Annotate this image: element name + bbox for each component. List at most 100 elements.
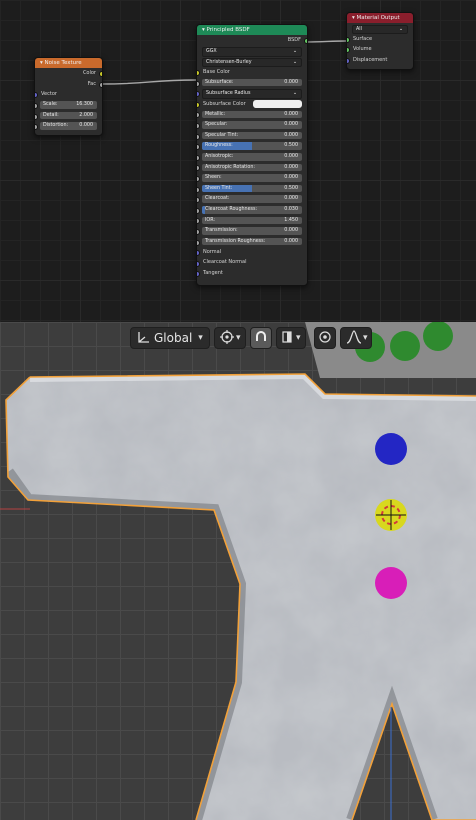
output-color-label: Color — [82, 70, 96, 76]
slider-value: 0.000 — [284, 238, 298, 244]
proportional-falloff-dropdown[interactable]: ▾ — [340, 327, 372, 349]
bsdf-slider[interactable]: Anisotropic: 0.000 — [202, 153, 302, 161]
chevron-down-icon: ▾ — [198, 333, 203, 343]
bsdf-slider[interactable]: Anisotropic Rotation: 0.000 — [202, 163, 302, 172]
slider-value: 0.500 — [284, 143, 298, 149]
displacement-socket-icon[interactable] — [347, 58, 350, 65]
float-socket-icon[interactable] — [197, 186, 200, 193]
bsdf-slider[interactable]: Transmission: 0.000 — [202, 227, 302, 235]
link-noise-fac-to-base-color — [100, 79, 197, 85]
bsdf-slider[interactable]: Clearcoat: 0.000 — [202, 195, 302, 203]
float-socket-icon[interactable] — [197, 154, 200, 161]
vector-socket-icon[interactable] — [35, 92, 38, 99]
subsurface-radius-socket-icon[interactable] — [197, 91, 200, 98]
noise-texture-node[interactable]: ▾ Noise Texture Color Fac Vector Scale: 1… — [34, 57, 103, 136]
blue-sphere — [375, 433, 407, 465]
scale-socket-icon[interactable] — [35, 103, 38, 110]
principled-bsdf-node[interactable]: ▾ Principled BSDF BSDF GGX ⌄ Christensen-… — [196, 24, 308, 286]
pivot-point-dropdown[interactable]: ▾ — [214, 327, 246, 349]
slider-value: 0.000 — [284, 122, 298, 128]
viewport-scene — [0, 322, 476, 820]
volume-label: Volume — [353, 46, 372, 53]
detail-field[interactable]: Detail: 2.000 — [40, 111, 97, 120]
distortion-socket-icon[interactable] — [35, 124, 38, 131]
slider-label: Transmission Roughness: — [205, 238, 266, 244]
vector-socket-icon[interactable] — [197, 271, 200, 278]
noise-texture-header[interactable]: ▾ Noise Texture — [35, 58, 102, 68]
bsdf-slider[interactable]: IOR: 1.450 — [202, 216, 302, 225]
float-socket-icon[interactable] — [197, 123, 200, 130]
proportional-editing-toggle[interactable] — [314, 327, 336, 349]
bsdf-slider-row: IOR: 1.450 — [197, 215, 307, 226]
detail-socket-icon[interactable] — [35, 113, 38, 120]
principled-bsdf-header[interactable]: ▾ Principled BSDF — [197, 25, 307, 35]
subsurface-socket-icon[interactable] — [197, 80, 200, 87]
float-socket-icon[interactable] — [197, 133, 200, 140]
bsdf-slider[interactable]: Specular: 0.000 — [202, 121, 302, 129]
surface-socket-icon[interactable] — [347, 36, 350, 43]
bsdf-slider[interactable]: Metallic: 0.000 — [202, 110, 302, 119]
slider-value: 0.000 — [284, 228, 298, 234]
subsurface-label: Subsurface: — [205, 79, 234, 85]
vector-socket-icon[interactable] — [197, 250, 200, 257]
chevron-down-icon: ▾ — [363, 333, 368, 343]
snap-target-dropdown[interactable]: ▾ — [276, 327, 306, 349]
base-color-label: Base Color — [203, 68, 230, 75]
subsurface-field[interactable]: Subsurface: 0.000 — [202, 78, 302, 87]
orientation-axes-icon — [136, 330, 154, 347]
bsdf-slider-row: Clearcoat: 0.000 — [197, 194, 307, 205]
slider-label: IOR: — [205, 217, 215, 223]
material-output-title: Material Output — [356, 15, 400, 21]
bsdf-slider[interactable]: Specular Tint: 0.000 — [202, 131, 302, 140]
bsdf-slider[interactable]: Clearcoat Roughness: 0.030 — [202, 206, 302, 214]
noise-texture-title: Noise Texture — [44, 60, 82, 66]
vector-socket-icon[interactable] — [197, 260, 200, 267]
snap-magnet-icon — [254, 330, 268, 347]
target-row: All ⌄ — [347, 23, 413, 35]
subsurface-color-swatch[interactable] — [253, 100, 302, 108]
slider-label: Anisotropic: — [205, 154, 234, 160]
slider-label: Metallic: — [205, 111, 226, 117]
shader-node-editor[interactable]: ▾ Noise Texture Color Fac Vector Scale: 1… — [0, 0, 476, 322]
scale-field[interactable]: Scale: 16.300 — [40, 101, 97, 109]
detail-label: Detail: — [43, 112, 59, 118]
3d-viewport[interactable]: Global ▾ ▾ ▾ ▾ — [0, 322, 476, 820]
fac-socket-icon[interactable] — [99, 81, 102, 88]
float-socket-icon[interactable] — [197, 165, 200, 172]
distribution-value: GGX — [206, 49, 217, 55]
float-socket-icon[interactable] — [197, 197, 200, 204]
slider-label: Specular Tint: — [205, 132, 239, 138]
bsdf-slider[interactable]: Sheen: 0.000 — [202, 174, 302, 182]
material-output-header[interactable]: ▾ Material Output — [347, 13, 413, 23]
float-socket-icon[interactable] — [197, 239, 200, 246]
float-socket-icon[interactable] — [197, 218, 200, 225]
input-vector: Vector — [35, 89, 102, 100]
surface-row: Surface — [347, 34, 413, 45]
float-socket-icon[interactable] — [197, 144, 200, 151]
slider-value: 0.000 — [284, 164, 298, 170]
float-socket-icon[interactable] — [197, 207, 200, 214]
float-socket-icon[interactable] — [197, 176, 200, 183]
distribution-row: GGX ⌄ — [197, 46, 307, 57]
subsurface-color-socket-icon[interactable] — [197, 101, 200, 108]
volume-socket-icon[interactable] — [347, 47, 350, 54]
color-socket-icon[interactable] — [99, 71, 102, 78]
float-socket-icon[interactable] — [197, 228, 200, 235]
distortion-label: Distortion: — [43, 123, 69, 129]
snap-toggle-button[interactable] — [250, 327, 272, 349]
chevron-down-icon: ⌄ — [292, 59, 297, 65]
bsdf-slider[interactable]: Sheen Tint: 0.500 — [202, 184, 302, 193]
float-socket-icon[interactable] — [197, 112, 200, 119]
slider-value: 0.000 — [284, 111, 298, 117]
transform-orientation-dropdown[interactable]: Global ▾ — [130, 327, 210, 349]
detail-value: 2.000 — [79, 112, 93, 118]
material-output-node[interactable]: ▾ Material Output All ⌄ Surface Volume Di… — [346, 12, 414, 70]
distortion-field[interactable]: Distortion: 0.000 — [40, 122, 97, 131]
slider-label: Roughness: — [205, 143, 233, 149]
bsdf-slider[interactable]: Transmission Roughness: 0.000 — [202, 237, 302, 246]
bsdf-socket-icon[interactable] — [304, 38, 307, 45]
bsdf-slider[interactable]: Roughness: 0.500 — [202, 142, 302, 151]
orientation-value: Global — [154, 331, 193, 345]
bsdf-vector-inputs: Normal Clearcoat Normal Tangent — [197, 247, 307, 279]
base-color-socket-icon[interactable] — [197, 70, 200, 77]
